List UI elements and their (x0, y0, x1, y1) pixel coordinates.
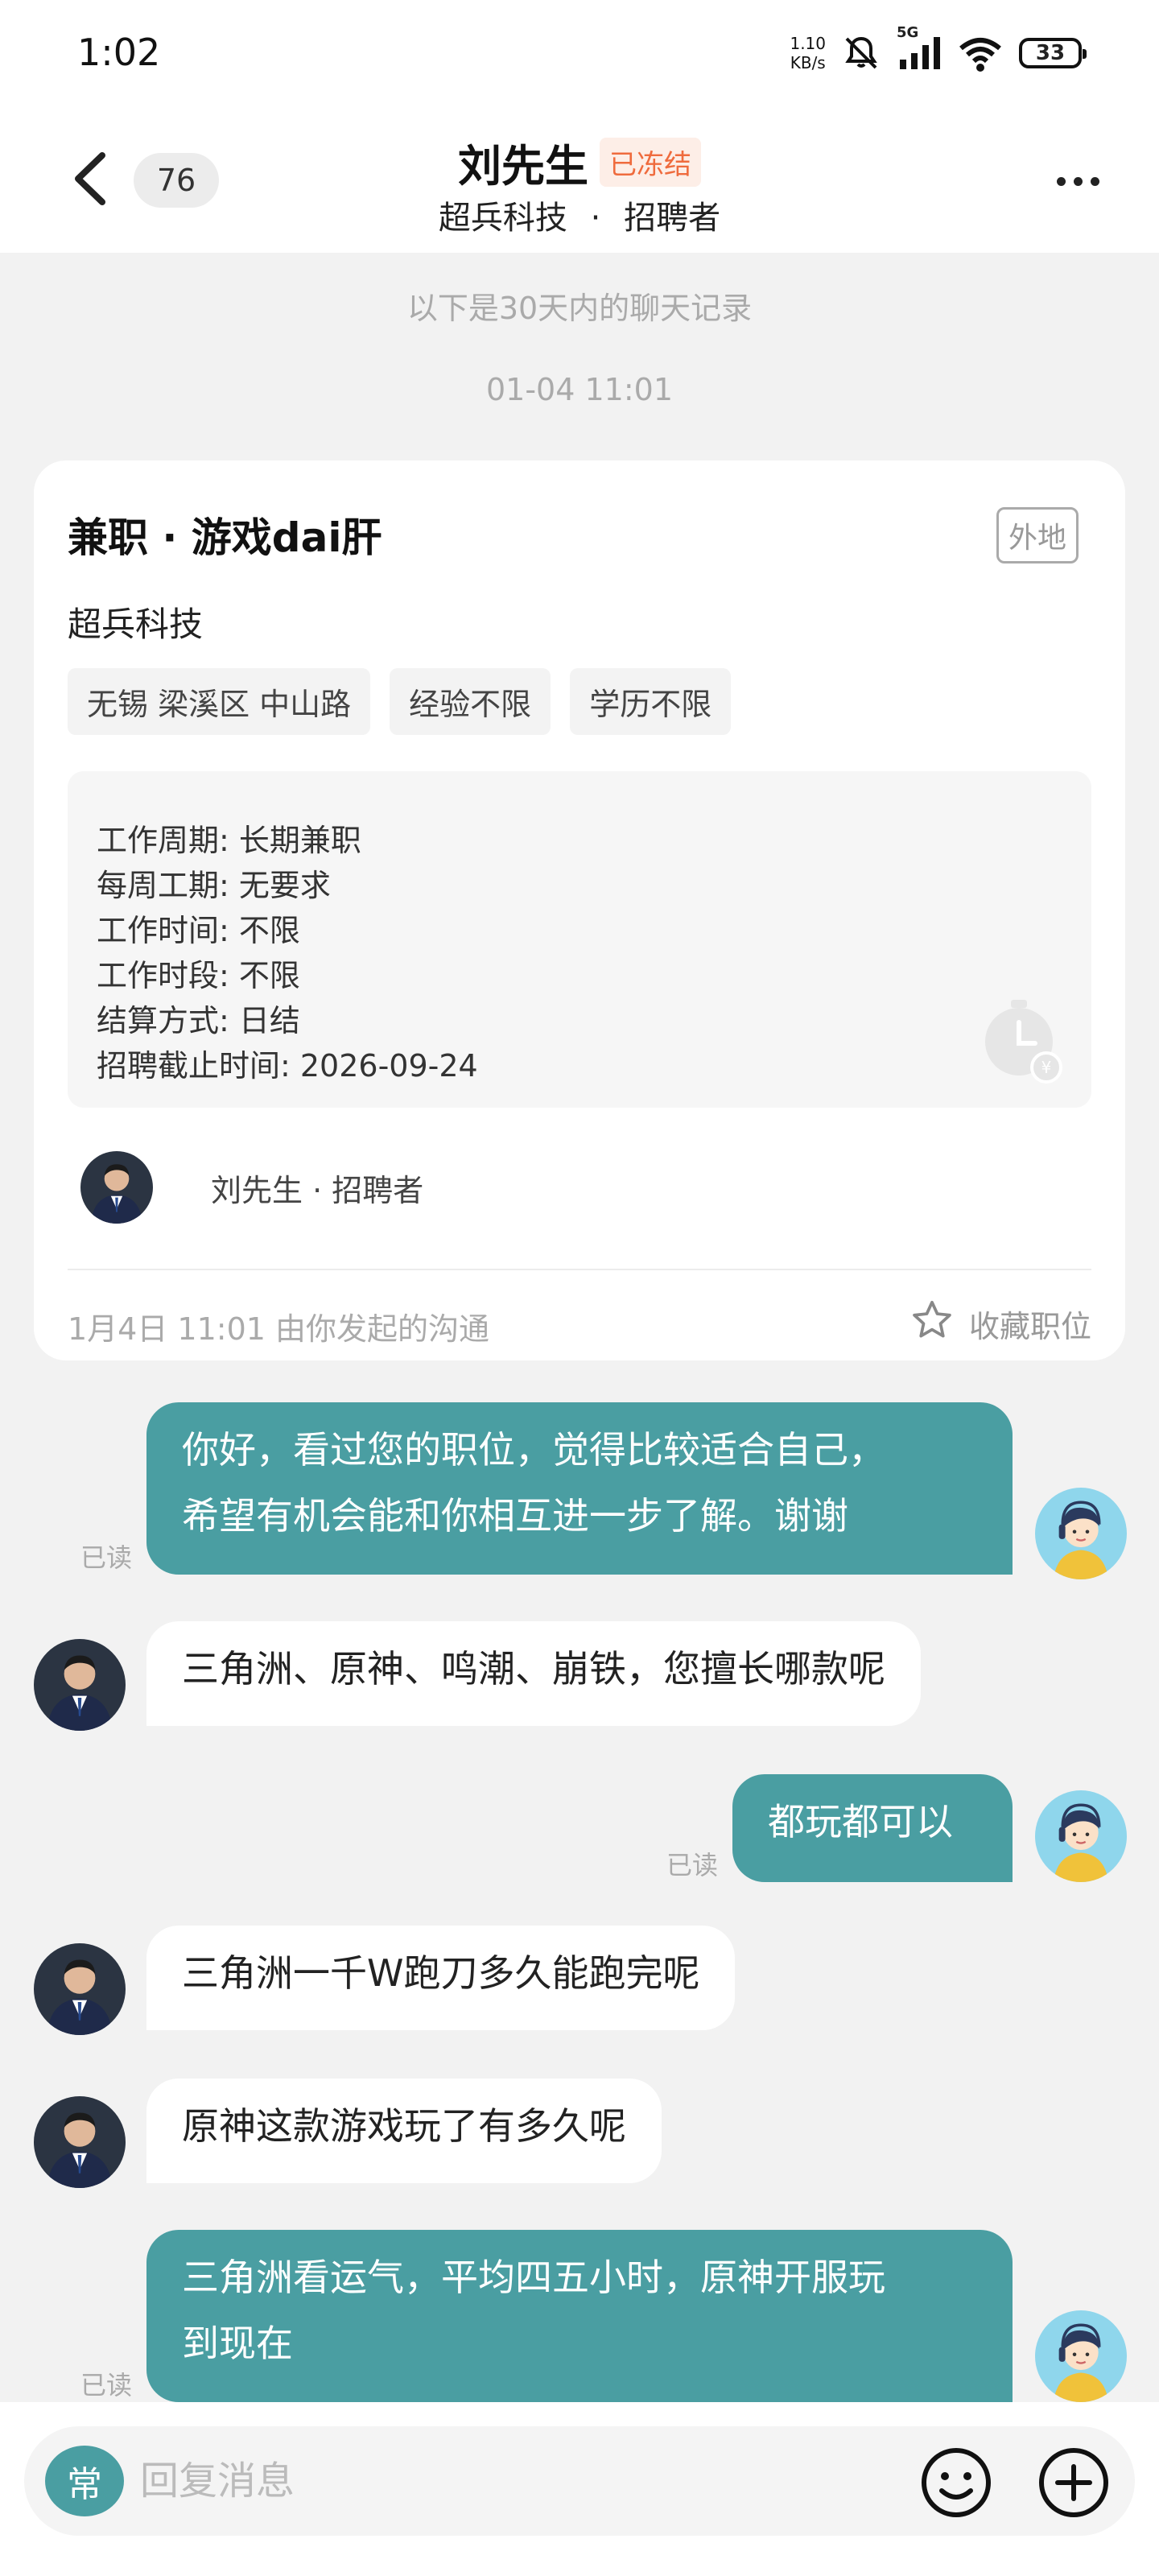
network-speed: 1.10 KB/s (790, 34, 826, 72)
contact-role: 招聘者 (624, 200, 721, 237)
job-card[interactable]: 兼职 · 游戏dai肝 外地 超兵科技 无锡 梁溪区 中山路 经验不限 学历不限… (34, 460, 1125, 1360)
message-bubble-sent[interactable]: 三角洲看运气，平均四五小时，原神开服玩 到现在 (146, 2230, 1013, 2402)
contact-subtitle: 超兵科技 · 招聘者 (0, 192, 1159, 238)
message-row: 已读 你好，看过您的职位，觉得比较适合自己， 希望有机会能和你相互进一步了解。谢… (0, 1402, 1159, 1579)
detail-line: 工作时间: 不限 (97, 913, 300, 948)
read-status: 已读 (80, 1542, 133, 1573)
read-status: 已读 (666, 1850, 719, 1880)
reply-input[interactable] (140, 2446, 864, 2516)
message-row: 原神这款游戏玩了有多久呢 (0, 2079, 1159, 2183)
job-tags: 无锡 梁溪区 中山路 经验不限 学历不限 (68, 668, 732, 735)
job-company: 超兵科技 (68, 605, 204, 644)
chat-timestamp: 01-04 11:01 (485, 372, 673, 407)
status-bar: 1:02 1.10 KB/s 5G 33 (0, 0, 1159, 108)
message-bubble-received[interactable]: 三角洲一千W跑刀多久能跑完呢 (146, 1926, 736, 2030)
conversation-origin: 1月4日 11:01 由你发起的沟通 (68, 1311, 490, 1347)
message-row: 已读 三角洲看运气，平均四五小时，原神开服玩 到现在 (0, 2230, 1159, 2402)
svg-text:¥: ¥ (1041, 1058, 1052, 1077)
history-notice: 以下是30天内的聊天记录 (406, 291, 753, 326)
clock-yuan-icon: ¥ (979, 995, 1067, 1084)
message-bubble-sent[interactable]: 你好，看过您的职位，觉得比较适合自己， 希望有机会能和你相互进一步了解。谢谢 (146, 1402, 1013, 1575)
recruiter-avatar[interactable] (34, 1943, 126, 2035)
more-options-button[interactable] (1041, 153, 1114, 209)
job-tag-location: 无锡 梁溪区 中山路 (68, 668, 371, 735)
message-row: 三角洲、原神、鸣潮、崩铁，您擅长哪款呢 (0, 1621, 1159, 1726)
message-bubble-sent[interactable]: 都玩都可以 (732, 1774, 1013, 1882)
message-row: 三角洲一千W跑刀多久能跑完呢 (0, 1926, 1159, 2030)
frozen-status-tag: 已冻结 (600, 138, 701, 187)
job-tag-experience: 经验不限 (390, 668, 551, 735)
my-avatar[interactable] (1035, 1790, 1127, 1882)
my-avatar[interactable] (1035, 1488, 1127, 1579)
recruiter-avatar[interactable] (34, 1639, 126, 1731)
my-avatar[interactable] (1035, 2310, 1127, 2402)
recruiter-avatar (80, 1151, 153, 1224)
recruiter-text: 刘先生 · 招聘者 (211, 1172, 424, 1208)
contact-name[interactable]: 刘先生 (458, 130, 588, 194)
recruiter-info[interactable]: 刘先生 · 招聘者 (80, 1151, 423, 1224)
input-bar: 常 (0, 2402, 1159, 2576)
read-status: 已读 (80, 2370, 133, 2401)
more-dots-icon (1056, 176, 1066, 186)
status-icons: 1.10 KB/s 5G 33 (790, 24, 1087, 79)
detail-line: 每周工期: 无要求 (97, 868, 331, 903)
input-container: 常 (24, 2426, 1135, 2536)
wifi-icon (958, 34, 1003, 72)
detail-line: 招聘截止时间: 2026-09-24 (97, 1048, 478, 1084)
message-bubble-received[interactable]: 原神这款游戏玩了有多久呢 (146, 2079, 662, 2183)
message-bubble-received[interactable]: 三角洲、原神、鸣潮、崩铁，您擅长哪款呢 (146, 1621, 921, 1726)
job-tag-education: 学历不限 (570, 668, 732, 735)
title-row: 刘先生 已冻结 (0, 130, 1159, 194)
detail-line: 工作时段: 不限 (97, 958, 300, 993)
subtitle-separator: · (590, 200, 601, 237)
message-row: 已读 都玩都可以 (0, 1774, 1159, 1884)
chat-header: 76 刘先生 已冻结 超兵科技 · 招聘者 (0, 108, 1159, 253)
mute-bell-icon (842, 34, 881, 72)
signal-icon: 5G (897, 24, 942, 72)
location-tag: 外地 (996, 507, 1079, 564)
plus-circle-icon[interactable] (1035, 2444, 1112, 2521)
job-details: 工作周期: 长期兼职 每周工期: 无要求 工作时间: 不限 工作时段: 不限 结… (68, 771, 1091, 1108)
recruiter-avatar[interactable] (34, 2096, 126, 2188)
detail-line: 工作周期: 长期兼职 (97, 823, 361, 858)
smiley-icon[interactable] (918, 2444, 995, 2521)
favorite-job-button[interactable]: 收藏职位 (909, 1298, 1091, 1350)
battery-icon: 33 (1019, 38, 1087, 68)
quick-reply-button[interactable]: 常 (45, 2446, 124, 2516)
card-divider (68, 1269, 1091, 1270)
detail-line: 结算方式: 日结 (97, 1003, 300, 1038)
favorite-label: 收藏职位 (968, 1309, 1091, 1344)
star-outline-icon (909, 1298, 955, 1350)
company-name: 超兵科技 (438, 200, 567, 237)
status-time: 1:02 (77, 31, 161, 74)
job-title: 兼职 · 游戏dai肝 (68, 514, 382, 561)
